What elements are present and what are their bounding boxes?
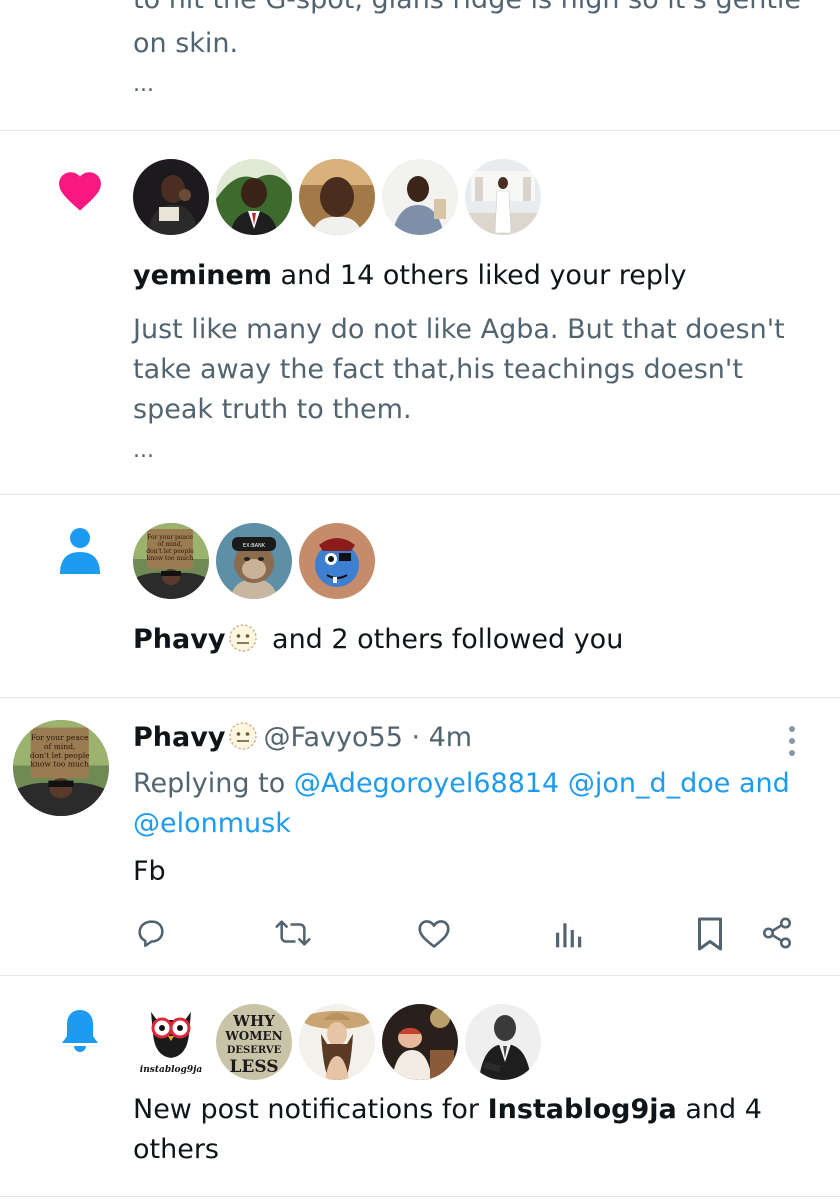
avatar[interactable] xyxy=(382,1004,458,1080)
divider xyxy=(0,1196,840,1197)
book-cover-text: DESERVE xyxy=(227,1045,282,1056)
reply-text-line: take away the fact that,his teachings do… xyxy=(133,354,743,385)
share-icon[interactable] xyxy=(760,916,794,950)
avatar[interactable] xyxy=(299,1004,375,1080)
avatar[interactable]: instablog9ja xyxy=(133,1004,209,1080)
svg-text:For your peace: For your peace xyxy=(31,733,89,742)
avatar[interactable]: For your peace of mind, don't let people kn… xyxy=(133,523,209,599)
neutral-face-emoji-icon xyxy=(227,720,259,752)
truncation-ellipsis: ... xyxy=(133,438,154,463)
book-cover-text: LESS xyxy=(229,1057,278,1077)
book-cover-text: WHY xyxy=(232,1012,275,1030)
replying-to: Replying to @Adegoroyel68814 @jon_d_doe … xyxy=(133,768,790,799)
reply-text-line: to hit the G-spot, glans ridge is high s… xyxy=(133,0,801,20)
post-notification-text: New post notifications for Instablog9ja … xyxy=(133,1094,762,1125)
reply-text-line: speak truth to them. xyxy=(133,394,412,425)
svg-text:of mind,: of mind, xyxy=(44,742,75,751)
account-name[interactable]: Instablog9ja xyxy=(488,1094,677,1125)
avatar[interactable] xyxy=(299,523,375,599)
reply-text-line: Just like many do not like Agba. But tha… xyxy=(133,314,785,345)
post-notification-text-line2: others xyxy=(133,1134,219,1165)
person-icon xyxy=(58,526,102,578)
svg-text:know too much: know too much xyxy=(147,555,194,562)
more-options-icon[interactable] xyxy=(780,724,804,762)
reply-text-line: on skin. xyxy=(133,28,239,59)
divider xyxy=(0,130,840,131)
mention-link[interactable]: @Adegoroyel68814 xyxy=(294,768,559,799)
follow-notification-text: Phavy and 2 others followed you xyxy=(133,622,624,655)
like-notification-text: yeminem and 14 others liked your reply xyxy=(133,260,687,291)
tweet-body: Fb xyxy=(133,856,166,887)
author-name[interactable]: Phavy xyxy=(133,722,225,753)
divider xyxy=(0,494,840,495)
avatar[interactable] xyxy=(465,159,541,235)
bell-icon xyxy=(56,1006,104,1060)
user-name[interactable]: Phavy xyxy=(133,624,225,655)
avatar[interactable]: For your peace of mind, don't let people kn… xyxy=(13,720,109,816)
svg-text:For your peace: For your peace xyxy=(147,534,193,541)
avatar[interactable] xyxy=(133,159,209,235)
reply-icon[interactable] xyxy=(134,916,168,950)
avatar[interactable]: WHY WOMEN DESERVE LESS xyxy=(216,1004,292,1080)
like-icon[interactable] xyxy=(416,916,452,950)
svg-text:know too much: know too much xyxy=(30,760,89,769)
book-cover-text: WOMEN xyxy=(224,1029,282,1043)
divider xyxy=(0,975,840,976)
avatar[interactable] xyxy=(465,1004,541,1080)
divider xyxy=(0,697,840,698)
user-name[interactable]: yeminem xyxy=(133,260,272,291)
mention-link[interactable]: @elonmusk xyxy=(133,808,291,839)
tweet-time[interactable]: 4m xyxy=(429,722,472,753)
avatar[interactable] xyxy=(382,159,458,235)
truncation-ellipsis: ... xyxy=(133,72,154,97)
svg-text:don't let people: don't let people xyxy=(30,751,90,760)
bookmark-icon[interactable] xyxy=(695,916,725,952)
heart-icon xyxy=(54,166,106,216)
mention-link[interactable]: @jon_d_doe xyxy=(568,768,731,799)
svg-text:of mind,: of mind, xyxy=(158,541,183,548)
avatar[interactable]: EX:BANK xyxy=(216,523,292,599)
neutral-face-emoji-icon xyxy=(227,622,259,654)
views-icon[interactable] xyxy=(552,918,584,950)
instablog-logo-text: instablog9ja xyxy=(140,1065,203,1075)
repost-icon[interactable] xyxy=(274,916,312,950)
author-handle[interactable]: @Favyo55 xyxy=(263,722,402,753)
svg-text:EX:BANK: EX:BANK xyxy=(243,543,266,549)
svg-text:don't let people: don't let people xyxy=(146,548,194,555)
tweet-header: Phavy @Favyo55 · 4m xyxy=(133,720,473,753)
avatar[interactable] xyxy=(216,159,292,235)
avatar[interactable] xyxy=(299,159,375,235)
